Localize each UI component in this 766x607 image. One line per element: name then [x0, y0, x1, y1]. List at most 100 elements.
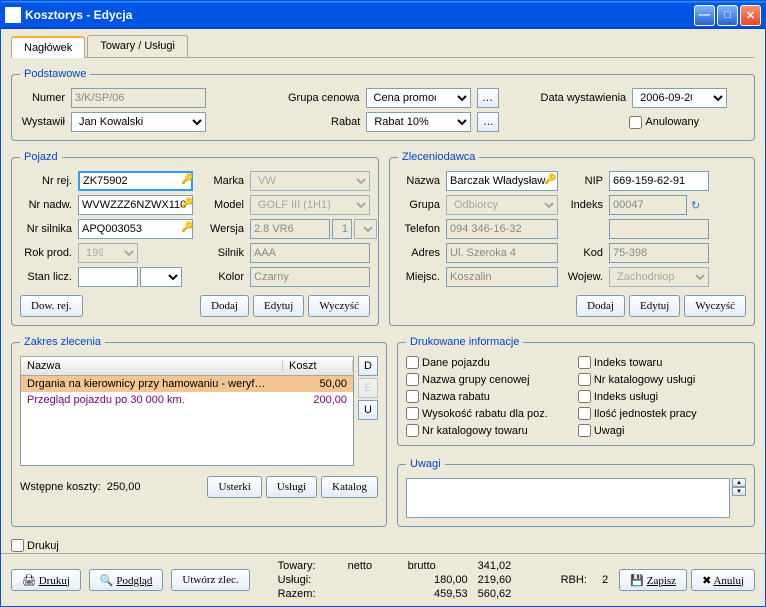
issued-date[interactable]: 2006-09-20 — [632, 88, 727, 108]
chk-uwagi[interactable]: Uwagi — [578, 424, 697, 437]
tab-goods[interactable]: Towary / Usługi — [87, 35, 188, 57]
chk-ilosc-jednostek[interactable]: Ilość jednostek pracy — [578, 407, 697, 420]
minimize-button[interactable]: — — [694, 5, 715, 26]
discount-more-button[interactable]: … — [477, 112, 499, 132]
chk-nr-kat-uslugi[interactable]: Nr katalogowy usługi — [578, 373, 697, 386]
print-checkbox[interactable] — [11, 539, 24, 552]
chk-nr-kat-towaru[interactable]: Nr katalogowy towaru — [406, 424, 548, 437]
maximize-button[interactable]: □ — [717, 5, 738, 26]
col-name[interactable]: Nazwa — [21, 360, 283, 372]
pricegroup-more-button[interactable]: … — [477, 88, 499, 108]
print-checkbox-label: Drukuj — [27, 540, 59, 552]
version-num — [332, 219, 352, 239]
client-name-input[interactable] — [446, 171, 558, 191]
odo-input[interactable] — [78, 267, 138, 287]
col-cost[interactable]: Koszt — [283, 360, 353, 372]
client-add-button[interactable]: Dodaj — [576, 295, 625, 317]
notes-textarea[interactable] — [406, 478, 730, 518]
list-item[interactable]: Przegląd pojazdu po 30 000 km. 200,00 — [21, 392, 353, 408]
search-icon: 🔍 — [100, 575, 114, 587]
region-select: Zachodniopomorskie — [609, 267, 709, 287]
cancelled-checkbox[interactable] — [629, 116, 642, 129]
scope-d-button[interactable]: D — [358, 356, 378, 376]
chk-indeks-towaru[interactable]: Indeks towaru — [578, 356, 697, 369]
client-group-select: Odbiorcy — [446, 195, 558, 215]
reg-input[interactable] — [78, 171, 193, 191]
pricegroup-label: Grupa cenowa — [288, 92, 360, 104]
issuer-select[interactable]: Jan Kowalski — [71, 112, 206, 132]
chk-nazwa-rabatu[interactable]: Nazwa rabatu — [406, 390, 548, 403]
create-order-button[interactable]: Utwórz zlec. — [171, 569, 249, 591]
pricegroup-select[interactable]: Cena promocyjna — [366, 88, 471, 108]
chk-dane-pojazdu[interactable]: Dane pojazdu — [406, 356, 548, 369]
chk-indeks-uslugi[interactable]: Indeks usługi — [578, 390, 697, 403]
client-edit-button[interactable]: Edytuj — [629, 295, 680, 317]
brand-select: VW — [250, 171, 370, 191]
catalog-button[interactable]: Katalog — [321, 476, 378, 498]
rbh-label: RBH: — [561, 574, 587, 586]
tab-bar: Nagłówek Towary / Usługi — [11, 35, 755, 58]
vehicle-edit-button[interactable]: Edytuj — [253, 295, 304, 317]
save-button[interactable]: 💾 Zapisz — [619, 569, 687, 591]
version-input — [250, 219, 330, 239]
nip-label: NIP — [567, 175, 603, 187]
vehicle-clear-button[interactable]: Wyczyść — [308, 295, 370, 317]
version-label: Wersja — [204, 223, 244, 235]
total-label: Razem: — [278, 588, 338, 600]
print-button[interactable]: 🖨 Drukuj — [11, 569, 81, 591]
basic-legend: Podstawowe — [20, 68, 90, 80]
cancel-button[interactable]: ✖ Anuluj — [691, 569, 755, 591]
notes-down-button[interactable]: ▼ — [732, 487, 746, 496]
client-clear-button[interactable]: Wyczyść — [684, 295, 746, 317]
refresh-icon[interactable]: ↻ — [691, 199, 700, 212]
save-icon: 💾 — [630, 575, 644, 587]
tab-header[interactable]: Nagłówek — [11, 36, 85, 58]
odo-unit-select[interactable]: km — [140, 267, 182, 287]
brand-label: Marka — [204, 175, 244, 187]
nip-input[interactable] — [609, 171, 709, 191]
engine-input[interactable] — [78, 219, 193, 239]
body-input[interactable] — [78, 195, 193, 215]
addr-input — [446, 243, 558, 263]
services-button[interactable]: Usługi — [266, 476, 317, 498]
chk-wysokosc-rabatu[interactable]: Wysokość rabatu dla poz. — [406, 407, 548, 420]
vehicle-add-button[interactable]: Dodaj — [200, 295, 249, 317]
scope-group: Zakres zlecenia Nazwa Koszt Drgania na k… — [11, 336, 387, 527]
discount-select[interactable]: Rabat 10% — [366, 112, 471, 132]
prelim-value: 250,00 — [107, 481, 141, 493]
doc-reg-button[interactable]: Dow. rej. — [20, 295, 83, 317]
client-group: Zleceniodawca Nazwa NIP Grupa Odbiorcy I… — [389, 151, 755, 326]
color-label: Kolor — [204, 271, 244, 283]
total-brutto: 560,62 — [478, 588, 538, 600]
faults-button[interactable]: Usterki — [207, 476, 261, 498]
chk-nazwa-grupy[interactable]: Nazwa grupy cenowej — [406, 373, 548, 386]
preview-button[interactable]: 🔍 Podgląd — [89, 569, 164, 591]
color-input — [250, 267, 370, 287]
notes-up-button[interactable]: ▲ — [732, 478, 746, 487]
close-button[interactable]: ✕ — [740, 5, 761, 26]
goods-label: Towary: — [278, 560, 338, 572]
phone-label: Telefon — [398, 223, 440, 235]
printinfo-group: Drukowane informacje Dane pojazdu Nazwa … — [397, 336, 755, 446]
number-input[interactable] — [71, 88, 206, 108]
odo-label: Stan licz. — [20, 271, 72, 283]
phone-input — [446, 219, 558, 239]
cancel-icon: ✖ — [702, 575, 711, 587]
city-label: Miejsc. — [398, 271, 440, 283]
list-item[interactable]: Drgania na kierownicy przy hamowaniu - w… — [21, 376, 353, 392]
scope-u-button[interactable]: U — [358, 400, 378, 420]
vehicle-legend: Pojazd — [20, 151, 62, 163]
notes-group: Uwagi ▲ ▼ — [397, 458, 755, 527]
app-icon — [5, 7, 21, 23]
scope-list[interactable]: Drgania na kierownicy przy hamowaniu - w… — [20, 376, 354, 466]
year-select: 1996 — [78, 243, 138, 263]
client-legend: Zleceniodawca — [398, 151, 479, 163]
footer: 🖨 Drukuj 🔍 Podgląd Utwórz zlec. Towary: … — [1, 553, 765, 606]
rbh-value: 2 — [602, 574, 608, 586]
discount-label: Rabat — [331, 116, 360, 128]
region-label: Wojew. — [567, 271, 603, 283]
services-net: 180,00 — [408, 574, 468, 586]
client-group-label: Grupa — [398, 199, 440, 211]
zip-label: Kod — [567, 247, 603, 259]
scope-list-header: Nazwa Koszt — [20, 356, 354, 376]
